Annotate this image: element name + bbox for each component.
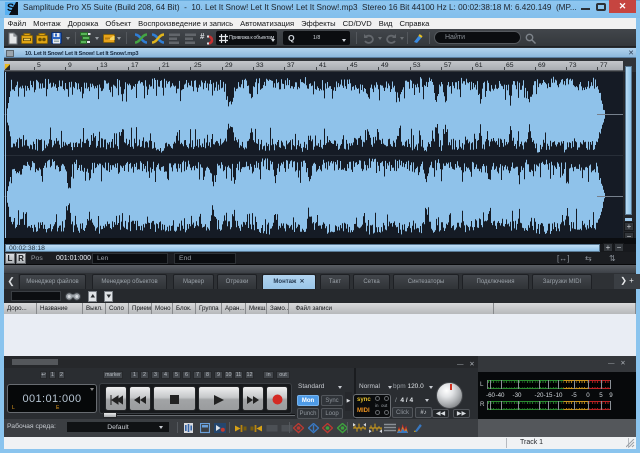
svg-text:#: # <box>200 32 205 41</box>
